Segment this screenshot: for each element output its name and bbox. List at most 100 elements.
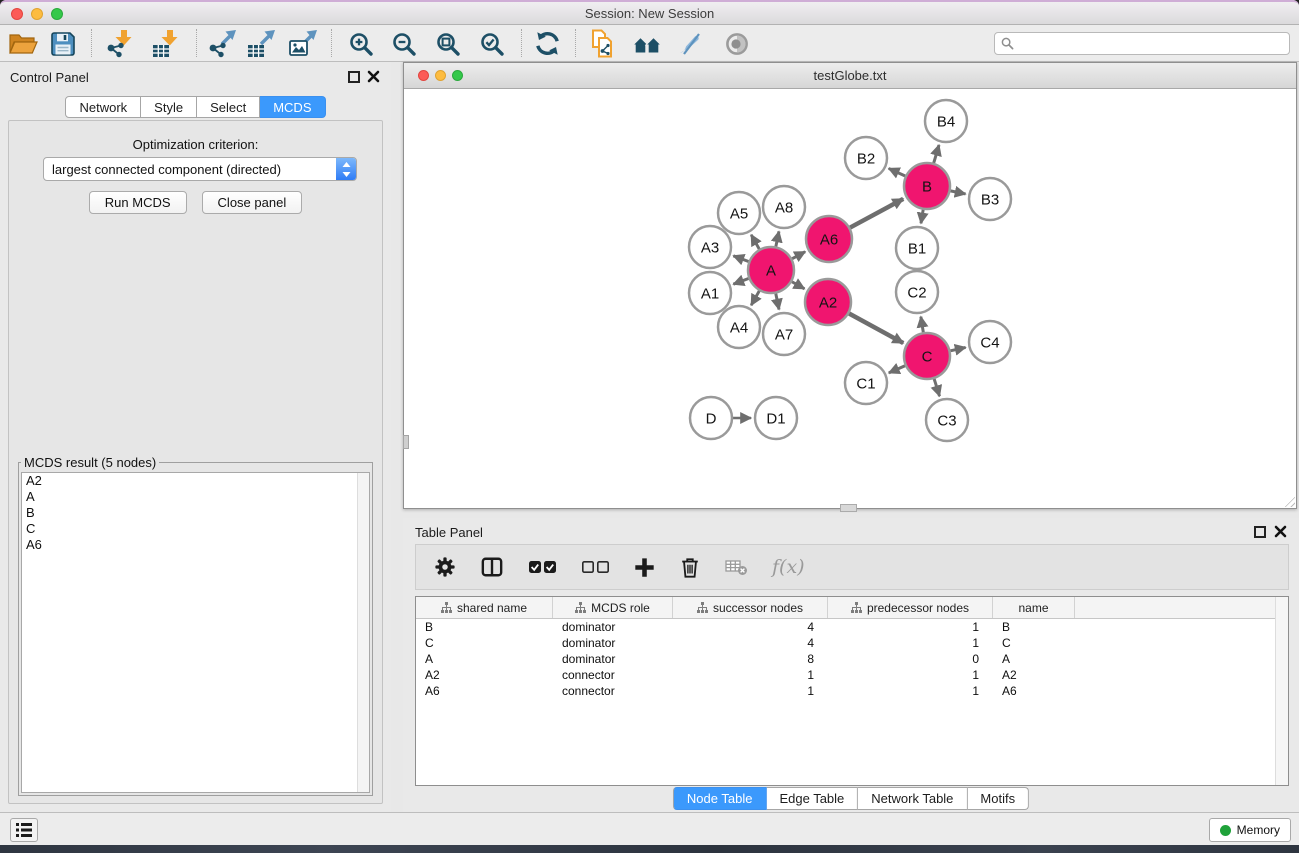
tab-style[interactable]: Style bbox=[141, 96, 197, 118]
table-cell[interactable]: 1 bbox=[673, 684, 828, 698]
column-header-predecessor-nodes[interactable]: predecessor nodes bbox=[828, 597, 993, 618]
save-session-button[interactable] bbox=[46, 28, 80, 59]
run-mcds-button[interactable]: Run MCDS bbox=[89, 191, 187, 214]
show-all-button[interactable] bbox=[720, 28, 754, 59]
create-column-button[interactable] bbox=[634, 557, 655, 578]
table-close-icon[interactable] bbox=[1274, 525, 1287, 538]
tab-mcds[interactable]: MCDS bbox=[260, 96, 325, 118]
table-cell[interactable]: 1 bbox=[673, 668, 828, 682]
mcds-result-item[interactable]: A2 bbox=[22, 473, 369, 489]
graph-node-A6[interactable]: A6 bbox=[806, 216, 852, 262]
graph-node-D1[interactable]: D1 bbox=[755, 397, 797, 439]
memory-button[interactable]: Memory bbox=[1209, 818, 1291, 842]
mcds-result-list[interactable]: A2ABCA6 bbox=[21, 472, 370, 793]
graph-node-C[interactable]: C bbox=[904, 333, 950, 379]
table-cell[interactable]: 8 bbox=[673, 652, 828, 666]
graph-node-A3[interactable]: A3 bbox=[689, 226, 731, 268]
tab-select[interactable]: Select bbox=[197, 96, 260, 118]
graph-edge-A-A8[interactable] bbox=[776, 231, 779, 246]
tab-edge-table[interactable]: Edge Table bbox=[766, 787, 858, 810]
column-header-mcds-role[interactable]: MCDS role bbox=[553, 597, 673, 618]
table-cell[interactable]: dominator bbox=[553, 652, 673, 666]
zoom-fit-button[interactable] bbox=[431, 28, 465, 59]
table-cell[interactable]: C bbox=[416, 636, 553, 650]
graph-edge-A2-C[interactable] bbox=[849, 313, 903, 343]
mcds-result-item[interactable]: B bbox=[22, 505, 369, 521]
network-canvas[interactable]: B4B2BB3A5A8A6A3B1AA1C2A2A4A7C4CC1C3DD1 bbox=[404, 89, 1296, 508]
table-cell[interactable]: A bbox=[993, 652, 1075, 666]
graph-node-C2[interactable]: C2 bbox=[896, 271, 938, 313]
table-cell[interactable]: 1 bbox=[828, 684, 993, 698]
graph-node-A7[interactable]: A7 bbox=[763, 313, 805, 355]
table-row[interactable]: Cdominator41C bbox=[416, 635, 1288, 651]
table-cell[interactable]: A6 bbox=[416, 684, 553, 698]
graph-node-B1[interactable]: B1 bbox=[896, 227, 938, 269]
graph-node-A[interactable]: A bbox=[748, 247, 794, 293]
export-table-button[interactable] bbox=[244, 28, 278, 59]
graph-edge-C-C3[interactable] bbox=[934, 379, 939, 396]
table-cell[interactable]: 4 bbox=[673, 620, 828, 634]
mcds-result-item[interactable]: C bbox=[22, 521, 369, 537]
left-splitter-handle[interactable] bbox=[403, 435, 409, 449]
table-cell[interactable]: C bbox=[993, 636, 1075, 650]
function-builder-button[interactable]: f(x) bbox=[772, 556, 805, 578]
table-cell[interactable]: 1 bbox=[828, 636, 993, 650]
graph-edge-A-A1[interactable] bbox=[733, 278, 748, 284]
first-neighbors-button[interactable] bbox=[630, 28, 664, 59]
graph-node-A1[interactable]: A1 bbox=[689, 272, 731, 314]
criterion-dropdown[interactable]: largest connected component (directed) bbox=[43, 157, 357, 181]
graph-node-C3[interactable]: C3 bbox=[926, 399, 968, 441]
graph-node-C1[interactable]: C1 bbox=[845, 362, 887, 404]
table-cell[interactable]: dominator bbox=[553, 620, 673, 634]
import-network-button[interactable] bbox=[103, 28, 137, 59]
search-field[interactable] bbox=[994, 32, 1290, 55]
graph-edge-B-B4[interactable] bbox=[934, 145, 939, 163]
table-cell[interactable]: A2 bbox=[416, 668, 553, 682]
graph-node-B3[interactable]: B3 bbox=[969, 178, 1011, 220]
table-cell[interactable]: 0 bbox=[828, 652, 993, 666]
table-row[interactable]: A6connector11A6 bbox=[416, 683, 1288, 699]
graph-node-B[interactable]: B bbox=[904, 163, 950, 209]
table-options-button[interactable] bbox=[434, 556, 456, 578]
hide-selected-button[interactable] bbox=[674, 28, 708, 59]
graph-node-B2[interactable]: B2 bbox=[845, 137, 887, 179]
table-row[interactable]: Bdominator41B bbox=[416, 619, 1288, 635]
delete-table-button[interactable] bbox=[725, 558, 748, 576]
delete-columns-button[interactable] bbox=[679, 556, 701, 579]
graph-edge-C-C2[interactable] bbox=[921, 317, 923, 333]
table-cell[interactable]: 4 bbox=[673, 636, 828, 650]
graph-edge-A-A5[interactable] bbox=[751, 235, 759, 249]
graph-edge-A-A2[interactable] bbox=[792, 282, 805, 289]
table-cell[interactable]: B bbox=[993, 620, 1075, 634]
table-cell[interactable]: dominator bbox=[553, 636, 673, 650]
graph-edge-A-A7[interactable] bbox=[776, 294, 779, 310]
duplicate-network-button[interactable] bbox=[586, 28, 620, 59]
graph-node-C4[interactable]: C4 bbox=[969, 321, 1011, 363]
zoom-selected-button[interactable] bbox=[475, 28, 509, 59]
table-cell[interactable]: A6 bbox=[993, 684, 1075, 698]
graph-edge-A6-B[interactable] bbox=[850, 199, 903, 228]
column-header-successor-nodes[interactable]: successor nodes bbox=[673, 597, 828, 618]
graph-node-D[interactable]: D bbox=[690, 397, 732, 439]
mcds-result-item[interactable]: A6 bbox=[22, 537, 369, 553]
column-header-shared-name[interactable]: shared name bbox=[416, 597, 553, 618]
table-cell[interactable]: connector bbox=[553, 684, 673, 698]
open-session-button[interactable] bbox=[6, 28, 40, 59]
zoom-in-button[interactable] bbox=[344, 28, 378, 59]
graph-edge-B-B3[interactable] bbox=[951, 191, 966, 194]
export-network-button[interactable] bbox=[205, 28, 239, 59]
deselect-all-button[interactable] bbox=[581, 556, 610, 578]
close-panel-button[interactable]: Close panel bbox=[202, 191, 303, 214]
graph-edge-A-A3[interactable] bbox=[733, 256, 748, 262]
graph-edge-C-C4[interactable] bbox=[950, 347, 965, 350]
graph-edge-A-A4[interactable] bbox=[751, 291, 759, 305]
close-panel-icon[interactable] bbox=[367, 70, 380, 83]
show-columns-button[interactable] bbox=[480, 556, 504, 578]
task-history-button[interactable] bbox=[10, 818, 38, 842]
mcds-result-item[interactable]: A bbox=[22, 489, 369, 505]
graph-node-A4[interactable]: A4 bbox=[718, 306, 760, 348]
graph-edge-B-B2[interactable] bbox=[889, 168, 905, 176]
table-cell[interactable]: 1 bbox=[828, 620, 993, 634]
graph-node-A5[interactable]: A5 bbox=[718, 192, 760, 234]
table-row[interactable]: Adominator80A bbox=[416, 651, 1288, 667]
